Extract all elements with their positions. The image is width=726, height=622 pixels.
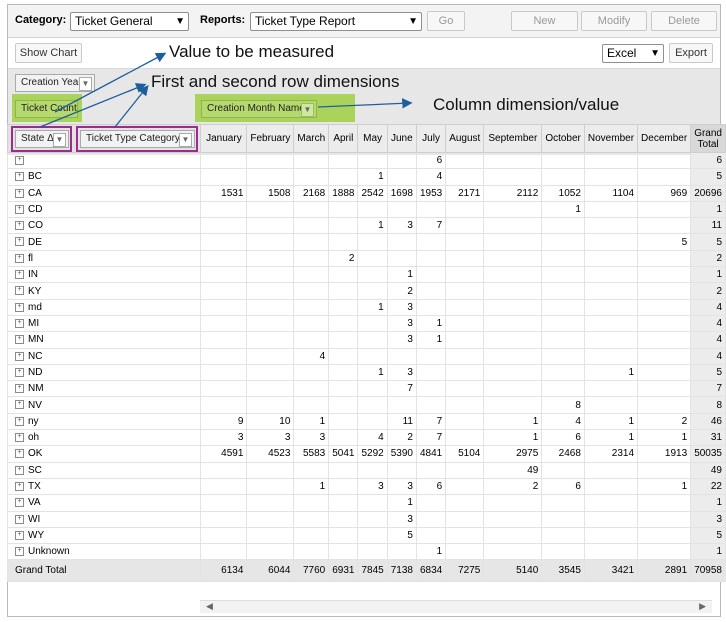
annotation-value: Value to be measured bbox=[169, 42, 335, 61]
annotation-arrows bbox=[39, 52, 413, 128]
annotation-column: Column dimension/value bbox=[433, 95, 620, 114]
column-arrow bbox=[317, 98, 413, 109]
value-arrow bbox=[54, 52, 167, 113]
row-arrow-2 bbox=[114, 84, 149, 128]
row-arrow-1 bbox=[39, 83, 147, 128]
annotation-rows: First and second row dimensions bbox=[151, 72, 400, 91]
